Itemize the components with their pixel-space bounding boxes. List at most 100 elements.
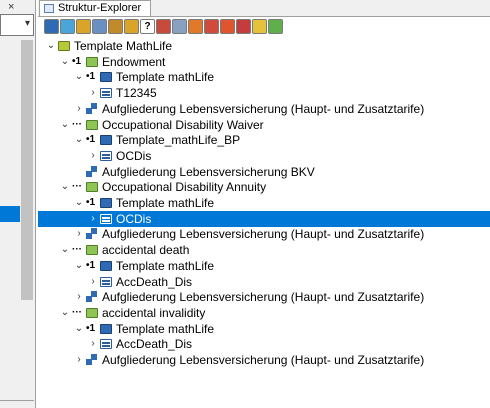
tree-node-label: Template MathLife (74, 39, 173, 53)
left-panel-dropdown[interactable]: ▾ (0, 14, 34, 36)
tree-row[interactable]: ⌄ •1 Template mathLife (38, 321, 490, 337)
tree-row[interactable]: ⌄ ··· accidental death (38, 242, 490, 258)
tree-node-label: accidental death (102, 243, 190, 258)
chevron-down-icon[interactable]: ⌄ (74, 195, 84, 211)
toolbar-btn-14-icon[interactable] (252, 19, 267, 34)
left-panel-scroll-thumb[interactable] (21, 40, 33, 300)
tariff-document-icon (100, 339, 112, 350)
left-panel-selection (0, 206, 20, 222)
product-folder-icon (86, 182, 98, 193)
tree-row[interactable]: ⌄ ··· accidental invalidity (38, 305, 490, 321)
tariff-document-icon (100, 276, 112, 287)
tree-row[interactable]: › Aufgliederung Lebensversicherung (Haupt… (38, 226, 490, 242)
template-book-icon (100, 260, 112, 271)
tree-row[interactable]: › AccDeath_Dis (38, 274, 490, 290)
toolbar-btn-3-icon[interactable] (76, 19, 91, 34)
tree-row[interactable]: ⌄ •1 Template mathLife (38, 195, 490, 211)
tree-node-label: Aufgliederung Lebensversicherung (Haupt-… (102, 227, 425, 242)
structure-tree: ⌄ Template MathLife ⌄ •1 Endowment ⌄ •1 Templat… (38, 38, 490, 408)
tree-node-label: Template mathLife (116, 258, 215, 273)
cardinality-marker: •1 (72, 55, 82, 67)
tree-row[interactable]: ⌄ ··· Occupational Disability Waiver (38, 117, 490, 133)
left-panel: × ▾ (0, 0, 36, 408)
toolbar-help-icon[interactable]: ? (140, 19, 155, 34)
toolbar-btn-13-icon[interactable] (236, 19, 251, 34)
chevron-right-icon[interactable]: › (88, 85, 98, 101)
cardinality-marker: •1 (86, 259, 96, 271)
tree-node-label: accidental invalidity (102, 305, 206, 320)
toolbar-btn-11-icon[interactable] (204, 19, 219, 34)
cardinality-marker: ··· (72, 244, 82, 256)
chevron-down-icon[interactable]: ⌄ (60, 54, 70, 70)
breakdown-icon (86, 228, 98, 240)
tree-node-label: Aufgliederung Lebensversicherung (Haupt-… (102, 353, 425, 367)
chevron-down-icon[interactable]: ⌄ (60, 242, 70, 258)
toolbar-btn-4-icon[interactable] (92, 19, 107, 34)
toolbar-btn-5-icon[interactable] (108, 19, 123, 34)
chevron-right-icon[interactable]: › (74, 289, 84, 305)
tree-node-label: OCDis (116, 211, 152, 226)
left-panel-close-icon[interactable]: × (8, 1, 14, 13)
tree-node-label: Aufgliederung Lebensversicherung (Haupt-… (102, 101, 425, 116)
chevron-down-icon[interactable]: ⌄ (74, 321, 84, 337)
toolbar: ? (38, 18, 490, 36)
chevron-down-icon[interactable]: ⌄ (74, 132, 84, 148)
toolbar-btn-6-icon[interactable] (124, 19, 139, 34)
product-folder-icon (86, 119, 98, 130)
tree-row[interactable]: ⌄ •1 Template mathLife (38, 258, 490, 274)
template-folder-icon (58, 41, 70, 51)
tree-row[interactable]: › Aufgliederung Lebensversicherung (Haupt… (38, 352, 490, 368)
tree-node-label: Template mathLife (116, 196, 215, 210)
chevron-down-icon[interactable]: ⌄ (74, 258, 84, 274)
toolbar-btn-15-icon[interactable] (268, 19, 283, 34)
chevron-right-icon[interactable]: › (88, 211, 98, 227)
tree-row[interactable]: ⌄ •1 Endowment (38, 54, 490, 70)
breakdown-icon (86, 165, 98, 178)
tree-row[interactable]: ⌄ Template MathLife (38, 38, 490, 54)
toolbar-btn-1-icon[interactable] (44, 19, 59, 34)
tree-node-label: Occupational Disability Annuity (102, 180, 267, 195)
tab-struktur-explorer[interactable]: Struktur-Explorer (39, 0, 151, 16)
product-folder-icon (86, 307, 98, 318)
chevron-right-icon[interactable]: › (88, 148, 98, 164)
tree-row[interactable]: › Aufgliederung Lebensversicherung (Haupt… (38, 289, 490, 305)
tree-node-label: Template mathLife (116, 70, 215, 85)
chevron-right-icon[interactable]: › (88, 336, 98, 352)
chevron-down-icon[interactable]: ⌄ (60, 179, 70, 195)
struktur-explorer-panel: Struktur-Explorer ? ⌄ Template MathLife ⌄ •… (38, 0, 490, 408)
chevron-right-icon[interactable]: › (74, 101, 84, 117)
tree-row-selected[interactable]: › OCDis (38, 210, 490, 227)
tree-node-label: AccDeath_Dis (116, 337, 193, 352)
tree-row[interactable]: ⌄ ··· Occupational Disability Annuity (38, 179, 490, 195)
tariff-document-icon (100, 213, 112, 224)
toolbar-btn-2-icon[interactable] (60, 19, 75, 34)
tree-row[interactable]: ⌄ •1 Template_mathLife_BP (38, 132, 490, 148)
chevron-right-icon[interactable]: › (74, 352, 84, 368)
tree-node-label: Template mathLife (116, 321, 215, 336)
tree-node-label: Aufgliederung Lebensversicherung (Haupt-… (102, 290, 425, 305)
tree-node-label: AccDeath_Dis (116, 274, 193, 289)
divider (0, 400, 34, 401)
toolbar-btn-8-icon[interactable] (156, 19, 171, 34)
cardinality-marker: •1 (86, 134, 96, 146)
template-book-icon (100, 323, 112, 334)
tree-row[interactable]: › T12345 (38, 85, 490, 101)
explorer-icon (44, 4, 54, 13)
toolbar-btn-10-icon[interactable] (188, 19, 203, 34)
toolbar-btn-12-icon[interactable] (220, 19, 235, 34)
tree-row[interactable]: Aufgliederung Lebensversicherung BKV (38, 164, 490, 180)
tree-node-label: OCDis (116, 148, 152, 163)
chevron-down-icon[interactable]: ⌄ (60, 305, 70, 321)
toolbar-btn-9-icon[interactable] (172, 19, 187, 34)
chevron-down-icon[interactable]: ⌄ (60, 117, 70, 133)
chevron-down-icon: ▾ (24, 18, 30, 29)
chevron-right-icon[interactable]: › (74, 226, 84, 242)
tree-row[interactable]: › OCDis (38, 148, 490, 164)
chevron-right-icon[interactable]: › (88, 274, 98, 290)
tree-row[interactable]: › Aufgliederung Lebensversicherung (Haupt… (38, 101, 490, 117)
tree-row[interactable]: › AccDeath_Dis (38, 336, 490, 352)
chevron-down-icon[interactable]: ⌄ (74, 69, 84, 85)
tree-row[interactable]: ⌄ •1 Template mathLife (38, 69, 490, 85)
template-book-icon (100, 135, 112, 146)
chevron-down-icon[interactable]: ⌄ (46, 38, 56, 54)
